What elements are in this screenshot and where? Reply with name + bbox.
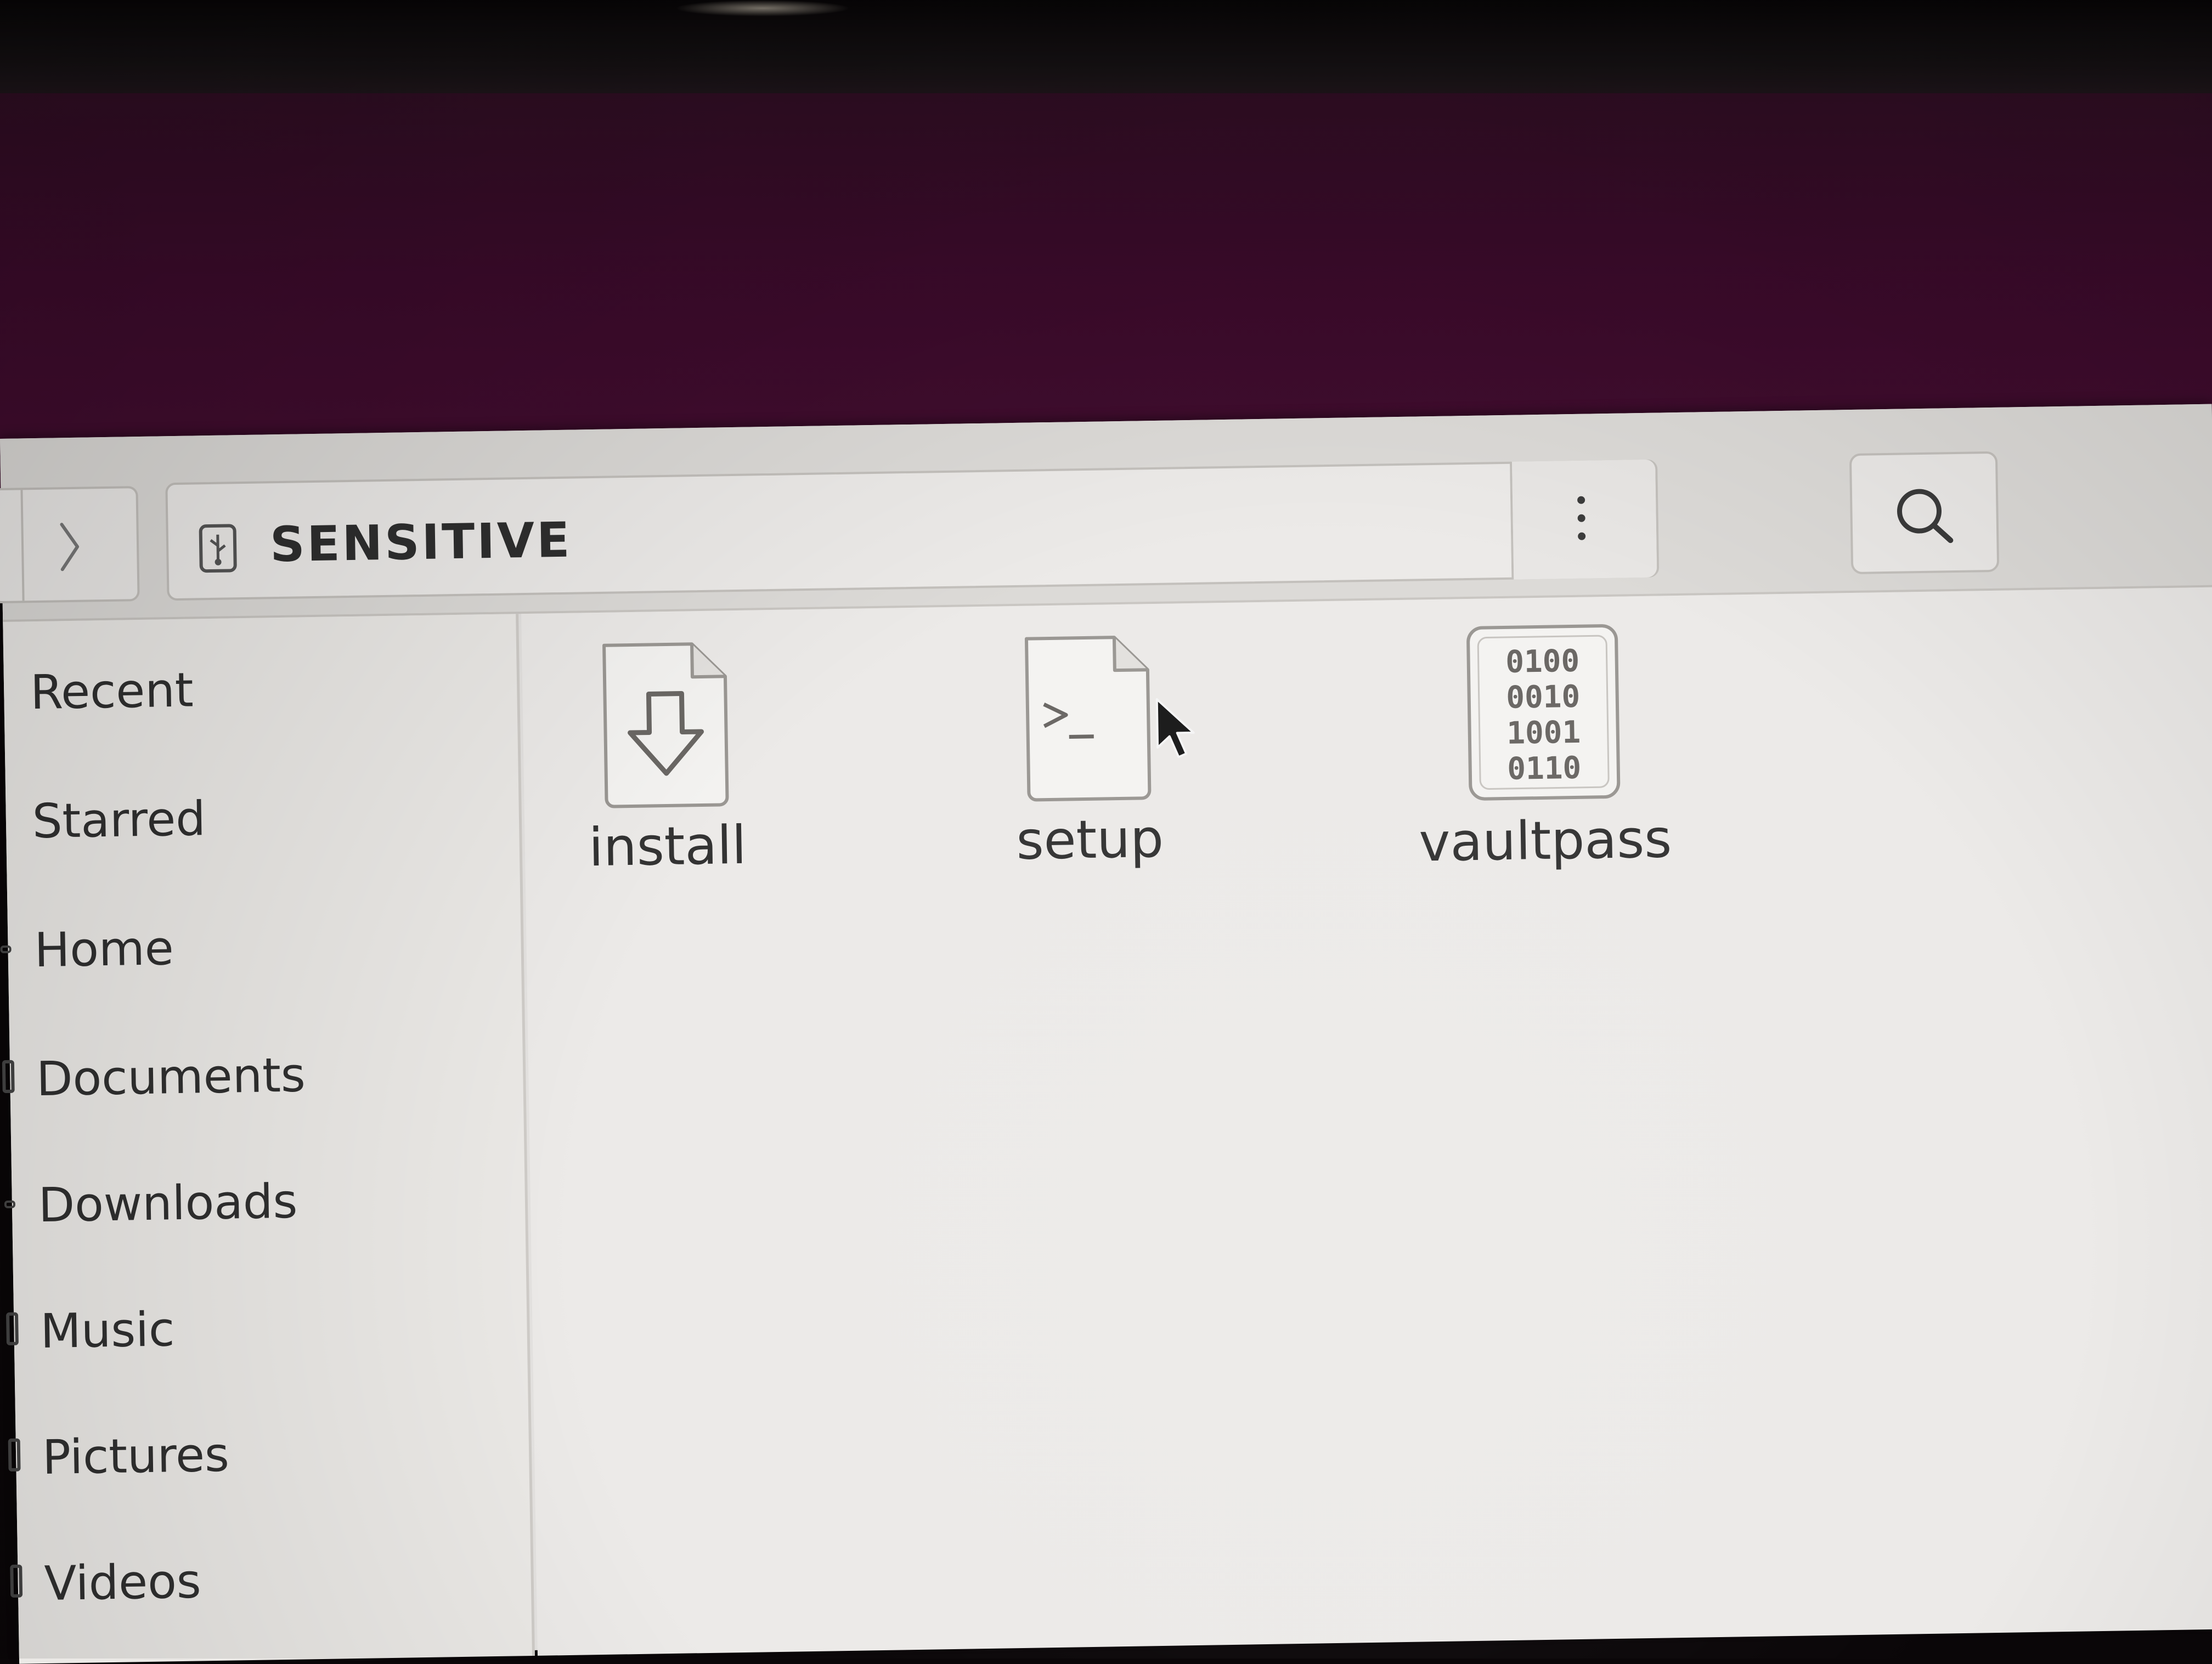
sidebar-item-label: Pictures [42,1427,230,1486]
light-reflection [675,0,850,16]
sidebar-item-label: Recent [30,663,194,721]
documents-icon [2,1060,15,1094]
search-button[interactable] [1849,451,2000,575]
vertical-ellipsis-icon [1577,496,1586,540]
sidebar-item-documents[interactable]: Documents [2,1028,521,1118]
path-bar[interactable]: SENSITIVE [165,459,1660,601]
file-view[interactable]: install setup 0100 0010 1001 0110 vaultp… [521,587,2212,1656]
sidebar-item-music[interactable]: Music [6,1280,524,1371]
sidebar-item-label: Music [40,1302,176,1360]
sidebar-item-label: Downloads [38,1174,298,1233]
home-icon [0,945,12,954]
file-name: vaultpass [1418,808,1673,874]
script-file-icon [1024,636,1152,802]
videos-icon [10,1564,23,1598]
installer-file-icon [602,642,729,808]
file-item-vaultpass[interactable]: 0100 0010 1001 0110 vaultpass [1400,620,1689,874]
button-divider [20,490,25,601]
current-folder-label[interactable]: SENSITIVE [269,512,572,573]
sidebar-item-home[interactable]: Home [0,899,518,989]
sidebar-item-recent[interactable]: Recent [3,641,515,732]
search-icon [1897,489,1954,544]
sidebar-item-label: Documents [36,1048,306,1107]
forward-button[interactable] [0,486,140,604]
folder-menu-button[interactable] [1509,459,1657,580]
sidebar-item-label: Videos [44,1554,202,1611]
file-manager-window: SENSITIVE Recent Starred Home Documents … [0,404,2212,1664]
monitor-bezel [0,0,2212,93]
binary-file-icon: 0100 0010 1001 0110 [1466,624,1621,801]
binary-row: 0110 [1507,750,1582,787]
sidebar-item-downloads[interactable]: Downloads [4,1154,523,1244]
binary-row: 0010 [1506,679,1581,716]
chevron-right-icon [60,523,80,571]
mouse-cursor-icon [1155,698,1195,759]
sidebar-item-starred[interactable]: Starred [5,770,517,861]
usb-drive-icon [199,524,237,573]
sidebar-item-label: Starred [32,791,206,850]
sidebar: Recent Starred Home Documents Downloads … [0,614,535,1664]
binary-row: 1001 [1506,715,1581,751]
sidebar-item-videos[interactable]: Videos [10,1532,529,1623]
file-name: install [588,814,747,879]
binary-row: 0100 [1505,643,1580,680]
music-icon [6,1312,19,1346]
sidebar-item-pictures[interactable]: Pictures [8,1406,527,1497]
sidebar-item-label: Home [33,921,174,978]
header-bar: SENSITIVE [0,404,2212,622]
pictures-icon [8,1438,21,1471]
downloads-icon [4,1200,16,1209]
file-item-install[interactable]: install [522,637,811,879]
file-name: setup [1015,807,1164,871]
